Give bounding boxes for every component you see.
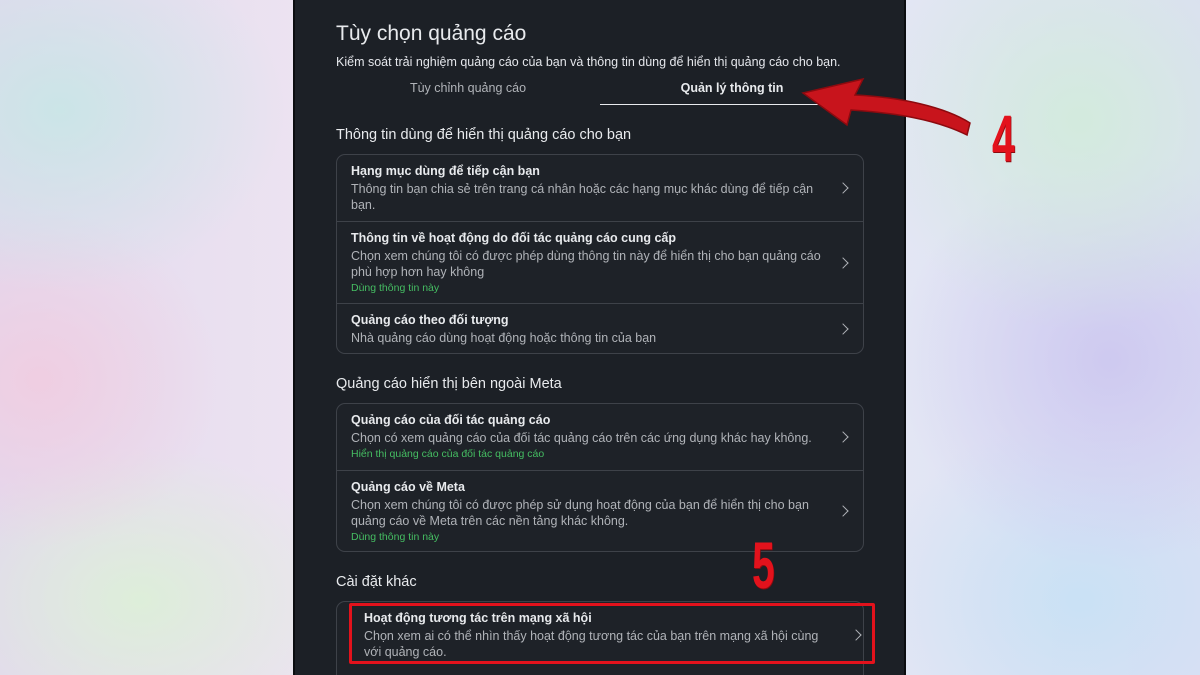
row-title: Hoạt động tương tác trên mạng xã hội (364, 611, 592, 625)
tab-manage-info[interactable]: Quản lý thông tin (600, 81, 864, 105)
row-title: Quảng cáo của đối tác quảng cáo (351, 413, 551, 427)
row-description: Thông tin bạn chia sẻ trên trang cá nhân… (351, 182, 814, 212)
row-description: Chọn có xem quảng cáo của đối tác quảng … (351, 431, 812, 445)
row-title: Thông tin về hoạt động do đối tác quảng … (351, 231, 676, 245)
section-title-other-settings: Cài đặt khác (336, 574, 417, 590)
row-title: Hạng mục dùng để tiếp cận bạn (351, 164, 540, 178)
section-title-outside-meta: Quảng cáo hiển thị bên ngoài Meta (336, 376, 562, 392)
chevron-right-icon (837, 505, 849, 517)
row-audience-ads[interactable]: Quảng cáo theo đối tượng Nhà quảng cáo d… (337, 303, 863, 353)
chevron-right-icon (850, 629, 862, 641)
step-number-4: 4 (992, 101, 1015, 175)
row-description: Chọn xem ai có thể nhìn thấy hoạt động t… (364, 629, 819, 659)
chevron-right-icon (837, 182, 849, 194)
tab-customize-ads[interactable]: Tùy chỉnh quảng cáo (336, 81, 600, 105)
row-title: Quảng cáo về Meta (351, 480, 465, 494)
row-description: Chọn xem chúng tôi có được phép sử dụng … (351, 498, 809, 528)
tab-bar: Tùy chỉnh quảng cáo Quản lý thông tin (336, 81, 864, 105)
section-title-info-used: Thông tin dùng để hiển thị quảng cáo cho… (336, 127, 632, 143)
chevron-right-icon (837, 256, 849, 269)
ad-preferences-panel: Tùy chọn quảng cáo Kiểm soát trải nghiệm… (293, 0, 906, 675)
row-status: Hiển thị quảng cáo của đối tác quảng cáo (351, 448, 545, 460)
chevron-right-icon (837, 431, 849, 443)
page-subtitle: Kiểm soát trải nghiệm quảng cáo của bạn … (336, 55, 841, 69)
card-outside-meta: Quảng cáo của đối tác quảng cáo Chọn có … (336, 403, 864, 552)
row-social-interactions[interactable]: Hoạt động tương tác trên mạng xã hội Chọ… (337, 602, 863, 668)
row-categories[interactable]: Hạng mục dùng để tiếp cận bạn Thông tin … (337, 155, 863, 221)
chevron-right-icon (837, 322, 849, 335)
row-title: Quảng cáo theo đối tượng (351, 313, 509, 327)
card-other-settings: Hoạt động tương tác trên mạng xã hội Chọ… (336, 601, 864, 675)
row-description: Chọn xem chúng tôi có được phép dùng thô… (351, 249, 821, 279)
row-partner-activity[interactable]: Thông tin về hoạt động do đối tác quảng … (337, 221, 863, 303)
row-ads-about-meta[interactable]: Quảng cáo về Meta Chọn xem chúng tôi có … (337, 470, 863, 551)
row-description: Nhà quảng cáo dùng hoạt động hoặc thông … (351, 331, 657, 345)
card-info-used: Hạng mục dùng để tiếp cận bạn Thông tin … (336, 154, 864, 354)
row-status: Dùng thông tin này (351, 282, 440, 294)
step-number-5: 5 (752, 528, 775, 602)
row-partner-ads[interactable]: Quảng cáo của đối tác quảng cáo Chọn có … (337, 404, 863, 470)
page-title: Tùy chọn quảng cáo (336, 22, 527, 45)
